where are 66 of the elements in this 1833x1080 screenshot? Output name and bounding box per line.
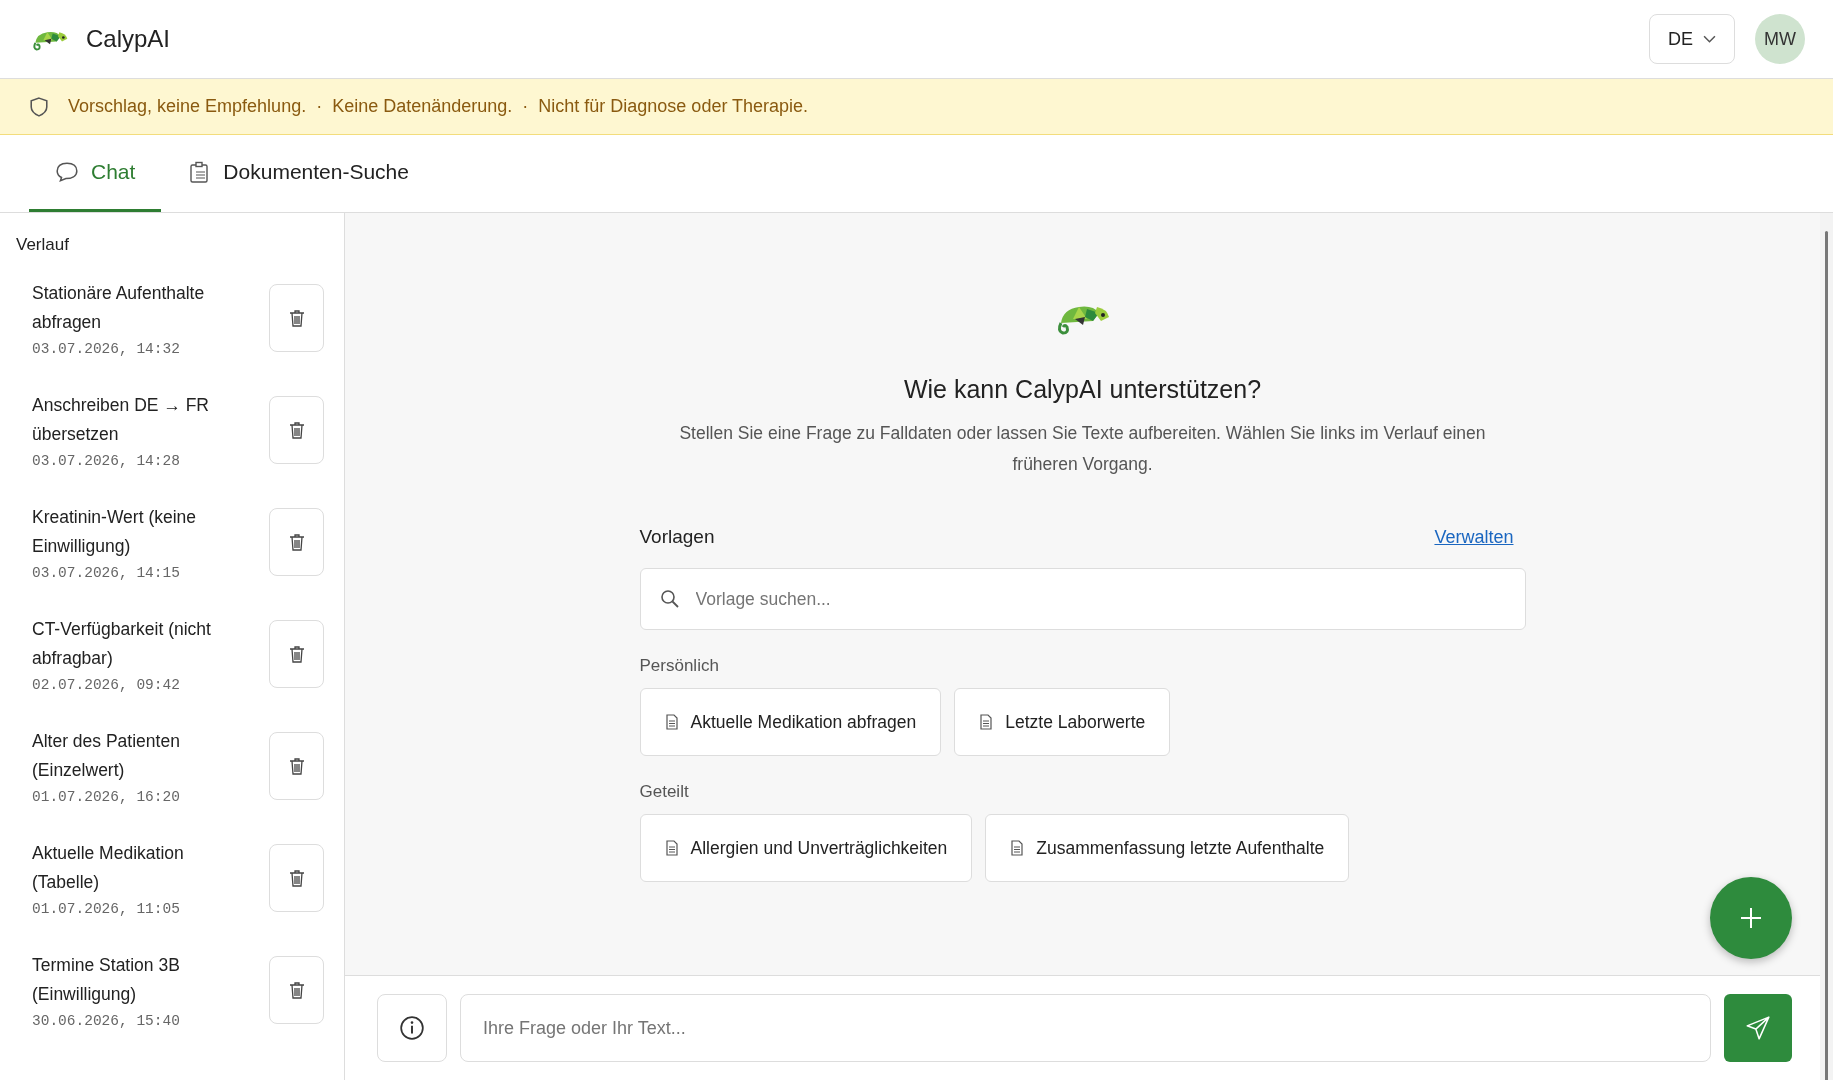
info-icon <box>399 1015 425 1041</box>
template-group-label: Geteilt <box>639 782 690 802</box>
shield-icon <box>30 96 48 117</box>
document-icon <box>664 840 679 856</box>
history-item-date: 01.07.2026, 11:05 <box>32 901 181 917</box>
notice-text: Nicht für Diagnose oder Therapie. <box>538 96 809 117</box>
templates-title: Vorlagen <box>639 526 715 548</box>
trash-icon <box>288 869 305 887</box>
trash-icon <box>288 645 305 663</box>
history-item-date: 02.07.2026, 09:42 <box>32 677 181 693</box>
history-item-date: 03.07.2026, 14:32 <box>32 341 181 357</box>
history-item-date: 03.07.2026, 14:28 <box>32 453 181 469</box>
app-name: CalypAI <box>86 25 171 53</box>
history-item-date: 01.07.2026, 16:20 <box>32 789 181 805</box>
notice-text: Vorschlag, keine Empfehlung. <box>68 96 307 117</box>
template-search-field[interactable]: Vorlage suchen... <box>639 568 1526 630</box>
notice-text: Keine Datenänderung. <box>332 96 513 117</box>
trash-icon <box>288 533 305 551</box>
paper-plane-icon <box>1745 1015 1771 1041</box>
speech-bubble-icon <box>55 161 79 183</box>
tab[interactable]: Chat <box>29 135 162 212</box>
document-icon <box>664 714 679 730</box>
scrollbar-thumb[interactable] <box>1825 231 1828 1080</box>
template-button[interactable]: Zusammenfassung letzte Aufenthalte <box>985 814 1350 882</box>
send-button[interactable] <box>1724 994 1792 1062</box>
history-item-date: 03.07.2026, 14:15 <box>32 565 181 581</box>
welcome-heading: Wie kann CalypAI unterstützen? <box>903 375 1262 404</box>
template-button[interactable]: Allergien und Unverträglichkeiten <box>639 814 973 882</box>
history-item-title[interactable]: Termine Station 3B (Einwilligung) <box>32 951 237 1009</box>
trash-icon <box>288 757 305 775</box>
search-icon <box>659 589 680 609</box>
delete-button[interactable] <box>269 620 324 688</box>
delete-button[interactable] <box>269 732 324 800</box>
trash-icon <box>288 309 305 327</box>
document-icon <box>1010 840 1025 856</box>
template-button[interactable]: Letzte Laborwerte <box>954 688 1171 756</box>
document-icon <box>979 714 994 730</box>
history-item-date: 30.06.2026, 15:40 <box>32 1013 181 1029</box>
history-item-title[interactable]: CT-Verfügbarkeit (nicht abfragbar) <box>32 615 237 673</box>
language-select[interactable]: DE <box>1649 14 1735 64</box>
history-item-title[interactable]: Anschreiben DE → FR übersetzen <box>32 391 237 449</box>
separator-dot: · <box>522 96 529 117</box>
template-group-label: Persönlich <box>639 656 720 676</box>
history-item-title[interactable]: Alter des Patienten (Einzelwert) <box>32 727 237 785</box>
separator-dot: · <box>316 96 323 117</box>
delete-button[interactable] <box>269 844 324 912</box>
user-avatar[interactable]: MW <box>1755 14 1805 64</box>
plus-icon <box>1739 906 1763 930</box>
history-item-title[interactable]: Aktuelle Medikation (Tabelle) <box>32 839 237 897</box>
delete-button[interactable] <box>269 396 324 464</box>
info-button[interactable] <box>377 994 447 1062</box>
history-item-title[interactable]: Stationäre Aufenthalte abfragen <box>32 279 237 337</box>
trash-icon <box>288 981 305 999</box>
manage-link[interactable]: Verwalten <box>1434 526 1514 548</box>
template-button[interactable]: Aktuelle Medikation abfragen <box>639 688 942 756</box>
new-chat-button[interactable] <box>1710 877 1792 959</box>
trash-icon <box>288 421 305 439</box>
delete-button[interactable] <box>269 956 324 1024</box>
sidebar-title: Verlauf <box>16 235 70 255</box>
tab[interactable]: Dokumenten-Suche <box>161 135 435 212</box>
delete-button[interactable] <box>269 508 324 576</box>
delete-button[interactable] <box>269 284 324 352</box>
message-input[interactable]: Ihre Frage oder Ihr Text... <box>460 994 1711 1062</box>
history-item-title[interactable]: Kreatinin-Wert (keine Einwilligung) <box>32 503 237 561</box>
welcome-text: Stellen Sie eine Frage zu Falldaten oder lassen Sie Texte aufbereiten. Wählen Sie links im Verlauf einen früheren Vorgang. <box>678 422 1487 476</box>
chevron-down-icon <box>1703 34 1716 44</box>
